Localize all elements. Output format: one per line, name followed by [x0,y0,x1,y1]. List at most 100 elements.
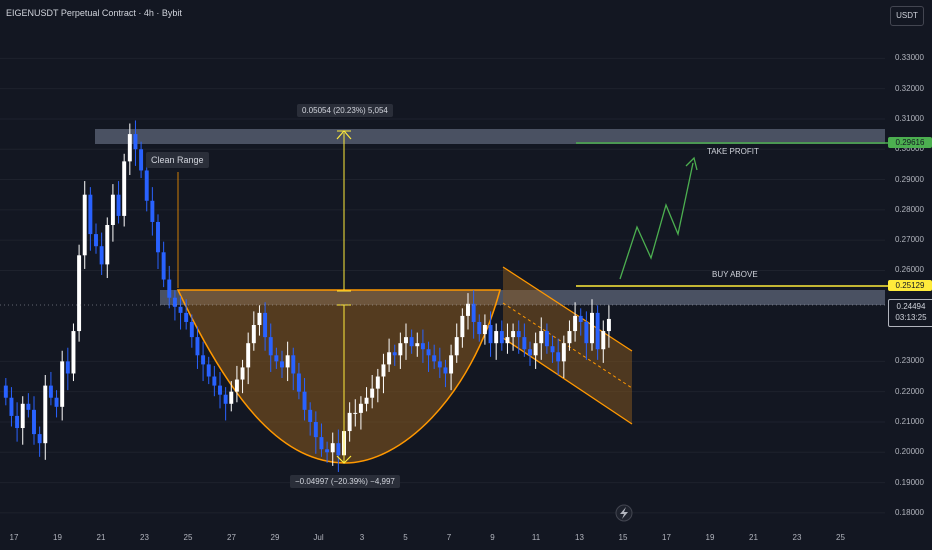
candle-body [454,337,459,356]
candle-body [556,352,561,362]
candle-body [48,385,53,398]
clean-range-label: Clean Range [146,152,209,168]
candle-body [291,355,296,374]
y-tick-label: 0.28000 [895,204,924,214]
currency-unit-button[interactable]: USDT [890,6,924,26]
candle-body [43,385,48,444]
candle-body [161,252,166,280]
candle-body [499,331,504,344]
candle-body [20,403,25,429]
candle-body [302,391,307,410]
x-tick-label: 7 [446,533,452,542]
x-tick-label: 17 [662,533,671,542]
x-tick-label: 9 [490,533,495,542]
candle-body [285,355,290,368]
x-tick-label: Jul [313,533,324,542]
candle-body [150,200,155,222]
candle-body [550,346,555,353]
candle-body [595,312,600,350]
candle-body [358,403,363,413]
x-tick-label: 19 [705,533,715,542]
candle-body [127,134,132,162]
candle-body [561,343,566,362]
candle-body [122,161,127,216]
y-tick-label: 0.27000 [895,235,924,245]
measure-down-label: −0.04997 (−20.39%) −4,997 [290,475,400,488]
last-price-value: 0.24494 [896,302,926,311]
measure-up-label: 0.05054 (20.23%) 5,054 [297,104,393,117]
candle-body [201,355,206,365]
buy-above-label: BUY ABOVE [712,270,758,279]
candle-body [539,331,544,344]
candle-body [528,349,532,356]
candle-body [511,331,516,338]
candle-body [268,337,273,356]
candle-body [522,337,527,350]
candle-body [460,315,465,338]
candle-body [336,443,341,456]
candle-body [505,337,510,344]
x-tick-label: 17 [9,533,19,542]
candle-body [308,409,313,422]
candle-body [37,434,42,444]
candle-body [139,149,144,171]
candle-body [578,315,583,322]
candle-body [466,303,470,316]
candle-body [573,315,578,332]
y-tick-label: 0.32000 [895,83,924,93]
x-tick-label: 13 [575,533,584,542]
candle-body [313,421,318,438]
candle-body [437,361,442,368]
candle-body [347,412,352,432]
x-tick-label: 23 [140,533,149,542]
candle-body [381,364,386,377]
x-tick-label: 21 [96,533,106,542]
candle-body [15,415,20,429]
candle-body [263,312,268,338]
candle-body [172,297,177,307]
x-tick-label: 11 [531,533,541,542]
candle-body [296,373,301,392]
candle-body [71,331,76,374]
y-tick-label: 0.19000 [895,477,924,487]
candle-body [544,331,549,347]
y-tick-label: 0.18000 [895,507,924,517]
candle-body [144,170,149,201]
candle-body [88,194,93,235]
buy-price-tag: 0.25129 [888,280,932,291]
candle-body [280,361,284,368]
y-tick-label: 0.29000 [895,174,924,184]
candle-body [567,331,572,344]
x-tick-label: 21 [749,533,758,542]
x-tick-label: 19 [53,533,62,542]
candle-body [156,221,160,253]
take-profit-price-tag: 0.29616 [888,137,932,148]
candle-body [133,134,138,150]
candle-body [257,312,262,325]
candle-body [9,397,14,416]
lightning-icon[interactable] [615,504,633,522]
candle-body [319,437,324,450]
candle-body [178,306,183,313]
x-tick-label: 27 [227,533,236,542]
candle-body [325,449,330,453]
y-tick-label: 0.21000 [895,416,924,426]
x-tick-label: 15 [618,533,628,542]
candle-body [212,376,217,386]
countdown-timer: 03:13:25 [895,313,927,322]
candle-body [195,337,200,356]
candle-body [110,194,115,225]
candle-body [82,194,87,256]
candle-body [3,385,8,398]
candle-body [246,343,251,368]
candle-body [392,352,397,356]
candle-body [516,331,521,338]
y-tick-label: 0.26000 [895,265,924,275]
x-tick-label: 5 [403,533,408,542]
candle-body [94,234,98,247]
candle-body [533,343,538,356]
price-chart[interactable] [0,0,932,550]
candle-body [77,255,82,332]
candle-body [432,355,437,362]
candle-body [488,325,493,344]
